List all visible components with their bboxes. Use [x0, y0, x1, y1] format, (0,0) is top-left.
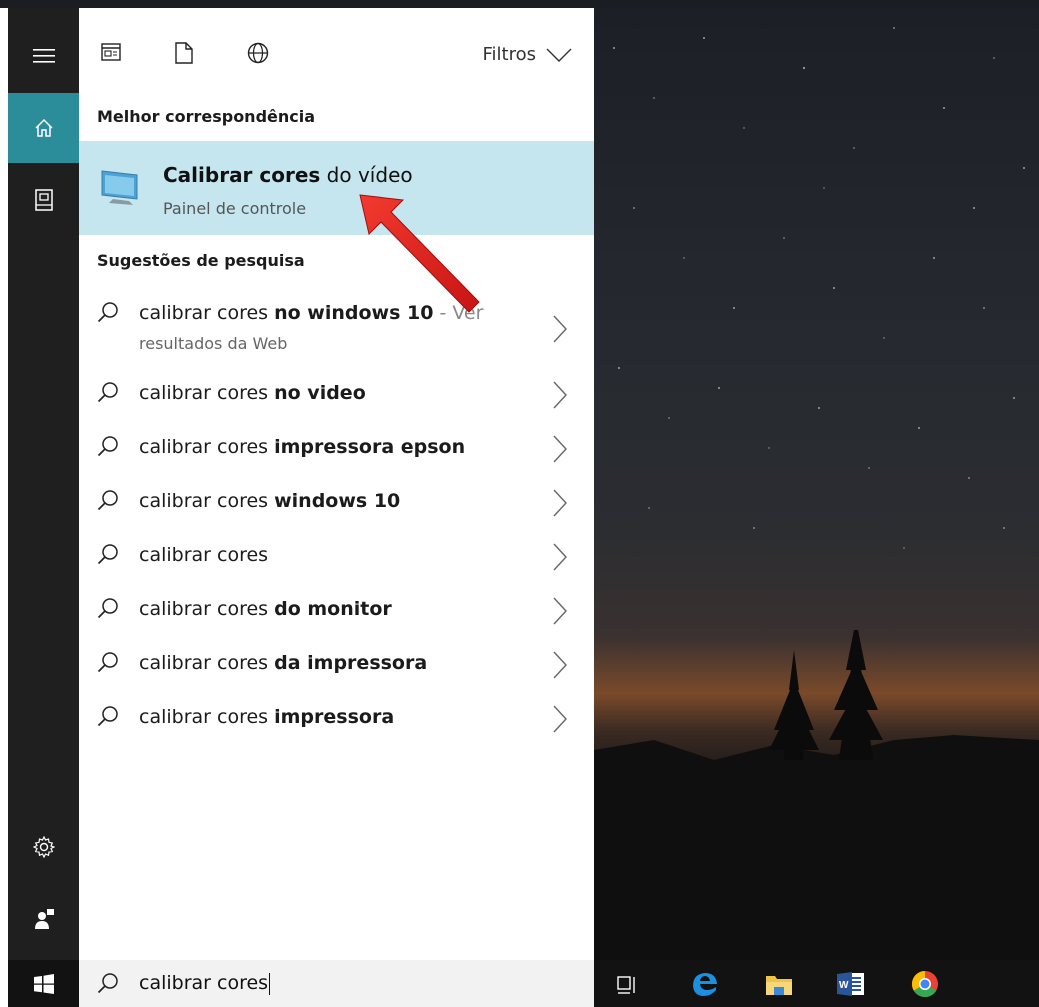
best-match-subtitle: Painel de controle	[163, 199, 307, 218]
tree-silhouette	[594, 630, 1039, 960]
start-button[interactable]	[8, 960, 79, 1007]
hamburger-menu-button[interactable]	[8, 21, 79, 91]
filters-label: Filtros	[482, 44, 537, 65]
monitor-icon	[99, 167, 143, 213]
suggestion-text: calibrar cores impressora epson	[139, 436, 466, 458]
file-explorer-icon	[766, 976, 792, 995]
home-button[interactable]	[8, 93, 79, 163]
feedback-person-icon	[34, 909, 54, 929]
chevron-down-icon	[546, 48, 572, 62]
gear-icon	[32, 836, 55, 858]
suggestion-item[interactable]: calibrar cores	[79, 531, 594, 585]
suggestion-item[interactable]: calibrar cores no windows 10 - Ver resul…	[79, 289, 594, 367]
feedback-button[interactable]	[8, 884, 79, 954]
suggestion-item[interactable]: calibrar cores da impressora	[79, 639, 594, 693]
chevron-right-icon	[553, 489, 567, 521]
apps-filter-button[interactable]	[101, 42, 121, 66]
word-icon: W	[837, 972, 864, 996]
desktop-wallpaper	[594, 8, 1039, 960]
home-icon	[34, 118, 53, 137]
suggestion-text: calibrar cores no video	[139, 382, 366, 404]
chevron-right-icon	[553, 597, 567, 629]
chevron-right-icon	[553, 435, 567, 467]
search-icon	[97, 381, 119, 407]
suggestion-item[interactable]: calibrar cores windows 10	[79, 477, 594, 531]
chrome-button[interactable]	[909, 969, 941, 999]
suggestion-text: calibrar cores	[139, 544, 269, 566]
hamburger-menu-icon	[32, 49, 55, 63]
suggestion-item[interactable]: calibrar cores do monitor	[79, 585, 594, 639]
task-view-icon	[617, 976, 635, 994]
search-icon	[97, 489, 119, 515]
suggestion-text: calibrar cores da impressora	[139, 652, 428, 674]
taskbar-search-box[interactable]: calibrar cores	[79, 960, 594, 1007]
documents-filter-button[interactable]	[175, 42, 193, 68]
globe-icon	[247, 42, 269, 64]
file-explorer-button[interactable]	[763, 969, 795, 999]
red-arrow-annotation	[359, 194, 480, 313]
document-icon	[175, 42, 193, 64]
suggestion-subtext: resultados da Web	[139, 334, 288, 353]
search-icon	[97, 972, 119, 998]
suggestion-text: calibrar cores windows 10	[139, 490, 401, 512]
app-window-icon	[101, 43, 121, 61]
filter-toolbar: Filtros	[79, 8, 594, 100]
suggestion-text: calibrar cores impressora	[139, 706, 395, 728]
svg-text:W: W	[839, 980, 849, 991]
top-edge	[0, 0, 1039, 8]
chevron-right-icon	[553, 315, 567, 347]
chevron-right-icon	[553, 651, 567, 683]
notebook-icon	[34, 189, 53, 211]
best-match-heading: Melhor correspondência	[97, 107, 316, 126]
search-results-panel: Filtros Melhor correspondência Calibrar …	[79, 8, 594, 960]
suggestions-heading: Sugestões de pesquisa	[97, 251, 305, 270]
start-menu-rail	[8, 8, 79, 960]
taskbar: calibrar cores W	[8, 960, 1039, 1007]
web-filter-button[interactable]	[247, 42, 269, 68]
chevron-right-icon	[553, 543, 567, 575]
suggestion-item[interactable]: calibrar cores impressora epson	[79, 423, 594, 477]
notebook-button[interactable]	[8, 165, 79, 235]
search-icon	[97, 705, 119, 731]
search-icon	[97, 651, 119, 677]
settings-button[interactable]	[8, 812, 79, 882]
suggestion-item[interactable]: calibrar cores impressora	[79, 693, 594, 747]
search-icon	[97, 597, 119, 623]
suggestion-item[interactable]: calibrar cores no video	[79, 369, 594, 423]
best-match-title: Calibrar cores do vídeo	[163, 163, 413, 187]
task-view-button[interactable]	[612, 969, 644, 999]
word-button[interactable]: W	[835, 969, 867, 999]
edge-button[interactable]	[689, 969, 721, 999]
filters-dropdown[interactable]: Filtros	[483, 44, 573, 65]
chevron-right-icon	[553, 705, 567, 737]
search-icon	[97, 301, 119, 327]
windows-logo-icon	[33, 973, 54, 994]
chrome-icon	[911, 970, 938, 998]
text-caret	[269, 972, 271, 995]
search-input[interactable]: calibrar cores	[139, 972, 271, 995]
edge-icon	[693, 973, 717, 996]
chevron-right-icon	[553, 381, 567, 413]
suggestion-text: calibrar cores do monitor	[139, 598, 392, 620]
search-icon	[97, 543, 119, 569]
best-match-result[interactable]: Calibrar cores do vídeo Painel de contro…	[79, 141, 594, 235]
search-icon	[97, 435, 119, 461]
